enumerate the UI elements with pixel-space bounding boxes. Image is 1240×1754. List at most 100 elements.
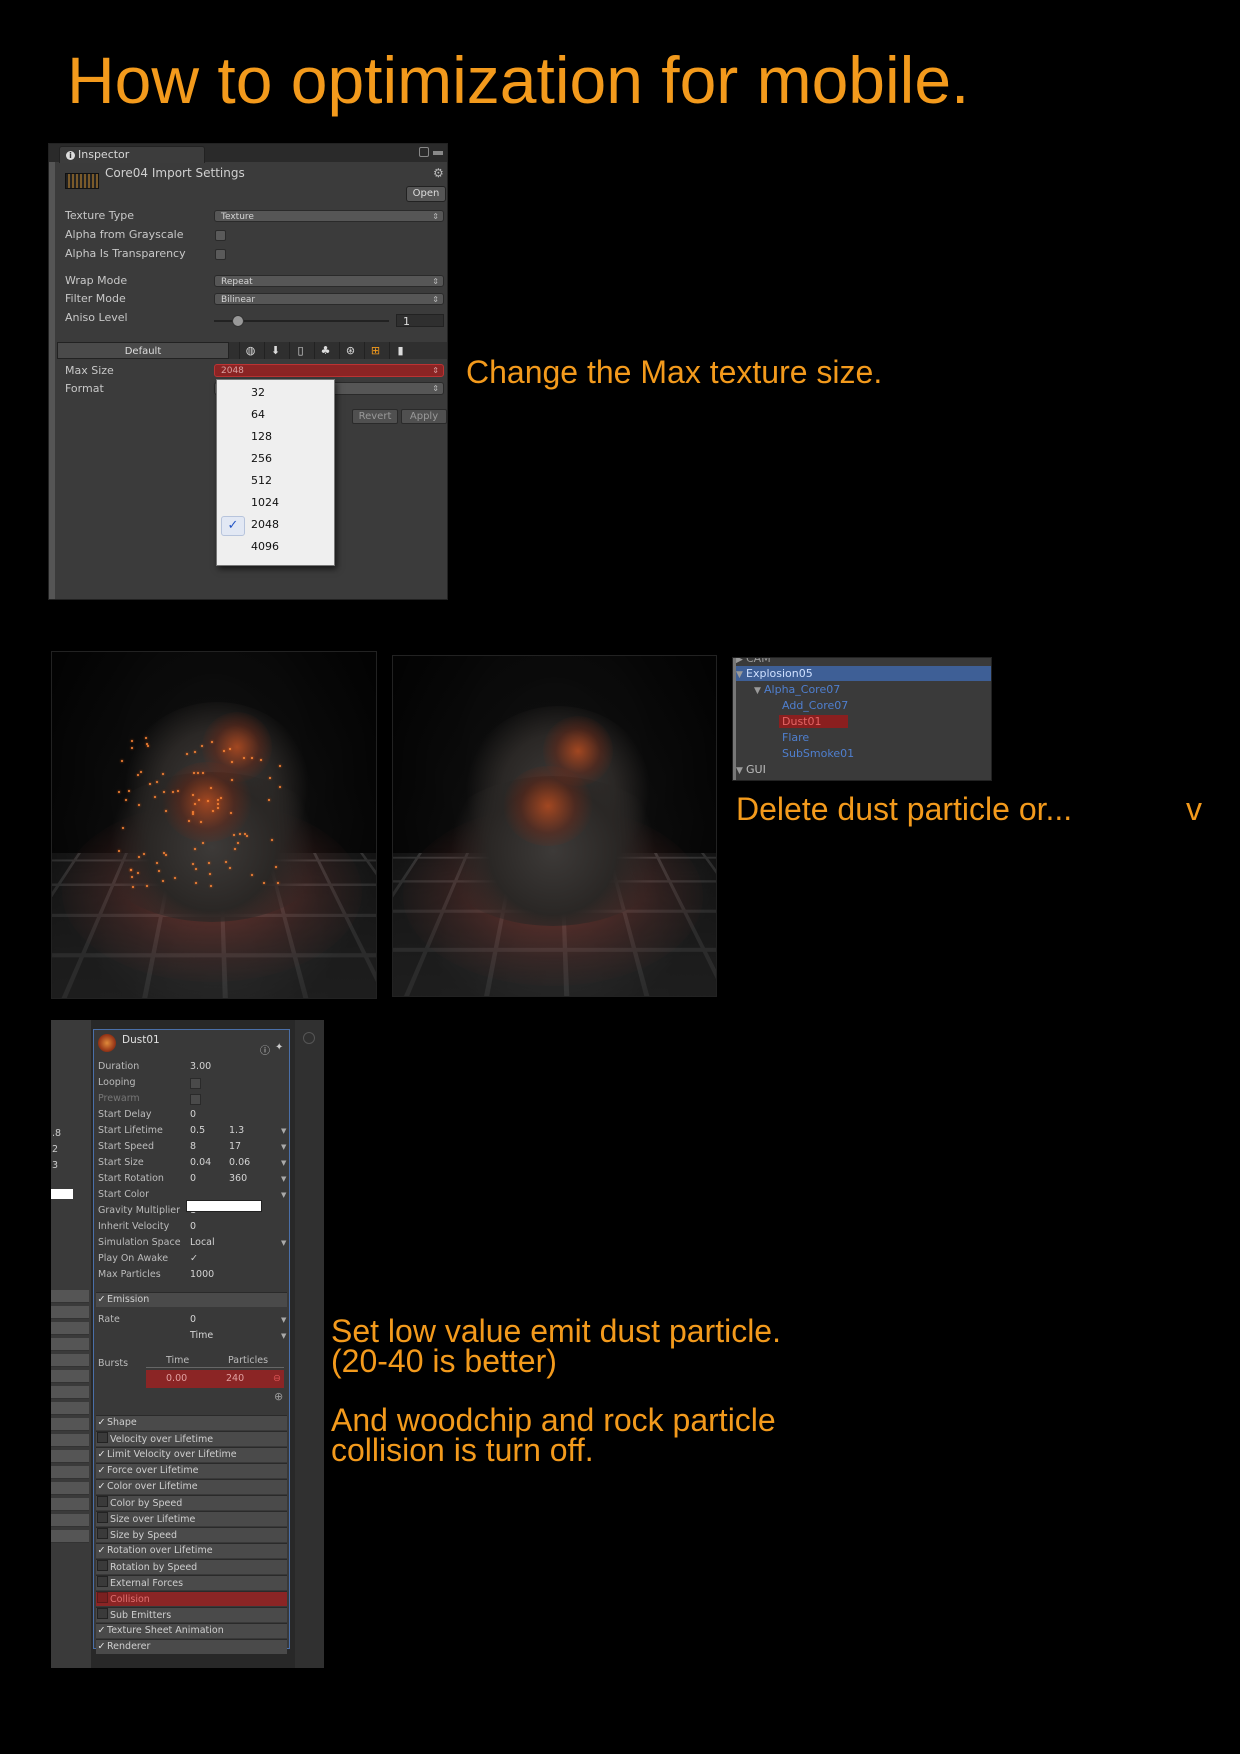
gear-icon[interactable]: ⚙	[433, 166, 444, 180]
checkmark-icon[interactable]: ✓	[96, 1464, 107, 1478]
module-checkbox[interactable]	[97, 1576, 108, 1587]
start-color-swatch[interactable]	[186, 1200, 262, 1212]
module-checkbox[interactable]	[97, 1528, 108, 1539]
emission-mode-row[interactable]: Time ▼	[98, 1328, 288, 1344]
tab-default[interactable]: Default	[57, 342, 229, 359]
max-size-option[interactable]: ✓ 2048	[217, 514, 334, 536]
property-value-max[interactable]: 17	[229, 1139, 241, 1155]
download-icon[interactable]: ⬇	[264, 342, 286, 359]
module-header-external-forces[interactable]: External Forces	[96, 1575, 287, 1590]
scrollbar[interactable]	[295, 1020, 324, 1668]
module-checkbox[interactable]	[97, 1496, 108, 1507]
remove-burst-icon[interactable]: ⊖	[273, 1370, 281, 1388]
filter-mode-dropdown[interactable]: Bilinear ⇕	[214, 293, 444, 305]
module-checkbox[interactable]	[97, 1432, 108, 1443]
property-value[interactable]: 8	[190, 1139, 196, 1155]
property-row[interactable]: Max Particles 1000	[98, 1267, 288, 1283]
module-header-color-by-speed[interactable]: Color by Speed	[96, 1495, 287, 1510]
property-value[interactable]: 0	[190, 1219, 196, 1235]
max-size-dropdown[interactable]: 2048 ⇕	[214, 364, 444, 377]
property-row[interactable]: Prewarm	[98, 1091, 288, 1107]
property-row[interactable]: Duration 3.00	[98, 1059, 288, 1075]
rate-value[interactable]: 0	[190, 1312, 196, 1328]
property-value[interactable]: 3.00	[190, 1059, 211, 1075]
property-value[interactable]: Local	[190, 1235, 215, 1251]
module-header-force-over-lifetime[interactable]: ✓ Force over Lifetime	[96, 1463, 287, 1478]
property-row[interactable]: Play On Awake ✓	[98, 1251, 288, 1267]
rate-mode-value[interactable]: Time	[190, 1328, 213, 1344]
blackberry-icon[interactable]: ⊛	[339, 342, 361, 359]
open-button[interactable]: Open	[406, 186, 446, 202]
property-value[interactable]: 1000	[190, 1267, 214, 1283]
property-value[interactable]: ✓	[190, 1251, 198, 1267]
module-checkbox[interactable]	[97, 1560, 108, 1571]
burst-particles-value[interactable]: 240	[226, 1370, 244, 1388]
module-header-texture-sheet-animation[interactable]: ✓ Texture Sheet Animation	[96, 1623, 287, 1638]
hierarchy-item-alpha-core07[interactable]: ▼ Alpha_Core07	[736, 682, 991, 697]
max-size-option[interactable]: 64	[217, 404, 334, 426]
wrap-mode-dropdown[interactable]: Repeat ⇕	[214, 275, 444, 287]
property-value-max[interactable]: 1.3	[229, 1123, 244, 1139]
module-header-shape[interactable]: ✓ Shape	[96, 1415, 287, 1430]
property-row[interactable]: Simulation Space Local ▼	[98, 1235, 288, 1251]
hierarchy-item-dust01[interactable]: Dust01	[736, 714, 991, 729]
android-icon[interactable]: ♣	[314, 342, 336, 359]
apply-button[interactable]: Apply	[401, 409, 447, 424]
emission-rate-row[interactable]: Rate 0 ▼	[98, 1312, 288, 1328]
revert-button[interactable]: Revert	[352, 409, 398, 424]
hierarchy-item-subsmoke01[interactable]: SubSmoke01	[736, 746, 991, 761]
property-row[interactable]: Start Size 0.04 0.06 ▼	[98, 1155, 288, 1171]
checkmark-icon[interactable]: ✓	[96, 1416, 107, 1430]
device-icon[interactable]: ▮	[389, 342, 411, 359]
property-row[interactable]: Start Delay 0	[98, 1107, 288, 1123]
module-header-velocity-over-lifetime[interactable]: Velocity over Lifetime	[96, 1431, 287, 1446]
property-row[interactable]: Looping	[98, 1075, 288, 1091]
max-size-option[interactable]: 1024	[217, 492, 334, 514]
module-header-size-by-speed[interactable]: Size by Speed	[96, 1527, 287, 1542]
module-checkbox[interactable]	[97, 1608, 108, 1619]
alpha-is-transparency-checkbox[interactable]	[215, 249, 226, 260]
module-header-sub-emitters[interactable]: Sub Emitters	[96, 1607, 287, 1622]
module-header-emission[interactable]: ✓ Emission	[96, 1292, 287, 1307]
texture-type-dropdown[interactable]: Texture ⇕	[214, 210, 444, 222]
module-header-rotation-over-lifetime[interactable]: ✓ Rotation over Lifetime	[96, 1543, 287, 1558]
property-value[interactable]: 0	[190, 1171, 196, 1187]
hierarchy-item-explosion05[interactable]: ▼ Explosion05	[736, 666, 991, 681]
property-value-max[interactable]: 360	[229, 1171, 247, 1187]
property-value[interactable]: 0.04	[190, 1155, 211, 1171]
checkmark-icon[interactable]: ✓	[96, 1544, 107, 1558]
aniso-slider-handle[interactable]	[232, 315, 244, 327]
checkmark-icon[interactable]: ✓	[96, 1480, 107, 1494]
burst-entry-row[interactable]: 0.00 240 ⊖	[146, 1370, 284, 1388]
module-checkbox[interactable]	[97, 1512, 108, 1523]
lock-icon[interactable]	[419, 147, 429, 157]
max-size-option[interactable]: 32	[217, 382, 334, 404]
burst-time-value[interactable]: 0.00	[166, 1370, 187, 1388]
module-checkbox[interactable]	[97, 1592, 108, 1603]
module-header-limit-velocity-over-lifetime[interactable]: ✓ Limit Velocity over Lifetime	[96, 1447, 287, 1462]
hierarchy-item-add-core07[interactable]: Add_Core07	[736, 698, 991, 713]
phone-icon[interactable]: ▯	[289, 342, 311, 359]
hierarchy-item-cam[interactable]: ▶ CAM	[736, 658, 991, 666]
aniso-level-field[interactable]: 1	[396, 314, 444, 328]
property-checkbox[interactable]	[190, 1078, 201, 1089]
module-header-rotation-by-speed[interactable]: Rotation by Speed	[96, 1559, 287, 1574]
module-header-collision[interactable]: Collision	[96, 1591, 287, 1606]
module-header-renderer[interactable]: ✓ Renderer	[96, 1639, 287, 1654]
checkmark-icon[interactable]: ✓	[96, 1640, 107, 1654]
tab-inspector[interactable]: i Inspector	[59, 146, 205, 163]
max-size-option[interactable]: 256	[217, 448, 334, 470]
settings-icon[interactable]: ✦	[275, 1042, 283, 1053]
checkmark-icon[interactable]: ✓	[96, 1624, 107, 1638]
checkmark-icon[interactable]: ✓	[96, 1448, 107, 1462]
help-icon[interactable]: ⓘ	[260, 1042, 270, 1057]
hierarchy-item-flare[interactable]: Flare	[736, 730, 991, 745]
property-row[interactable]: Start Speed 8 17 ▼	[98, 1139, 288, 1155]
scroll-handle-icon[interactable]	[303, 1032, 315, 1044]
max-size-option[interactable]: 512	[217, 470, 334, 492]
alpha-from-grayscale-checkbox[interactable]	[215, 230, 226, 241]
add-burst-icon[interactable]: ⊕	[274, 1390, 283, 1403]
windows-icon[interactable]: ⊞	[364, 342, 386, 359]
property-value[interactable]: 0.5	[190, 1123, 205, 1139]
property-checkbox[interactable]	[190, 1094, 201, 1105]
